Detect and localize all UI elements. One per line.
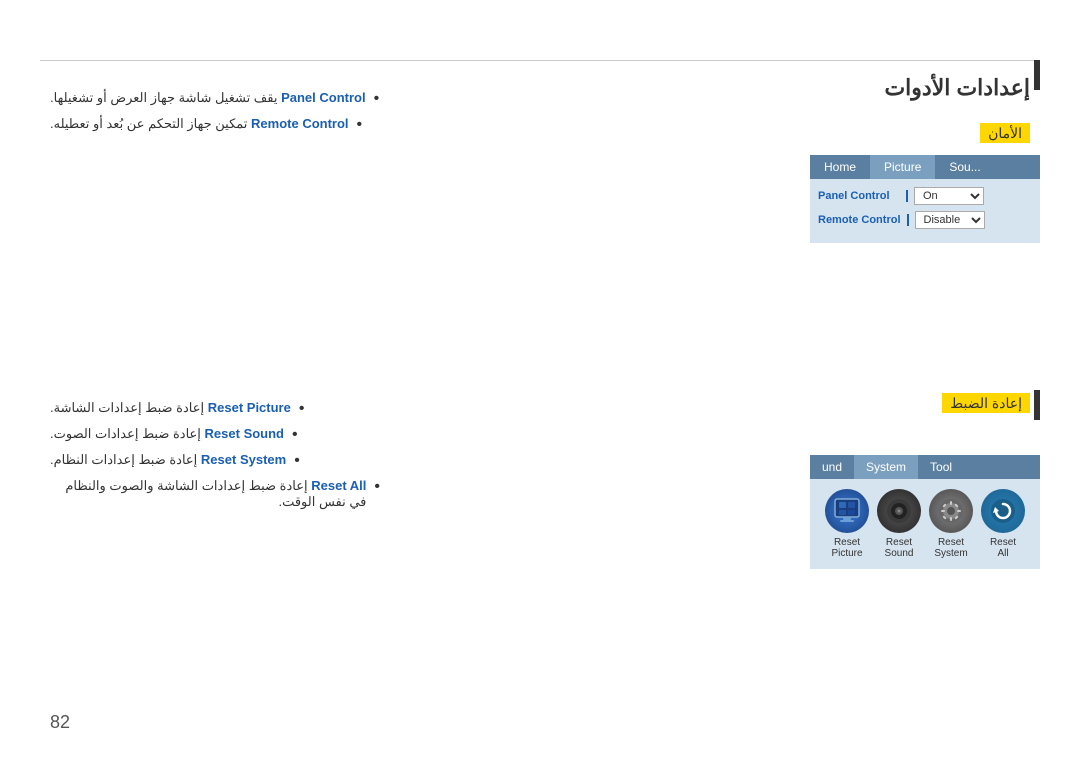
main-title-area: إعدادات الأدوات xyxy=(884,75,1030,101)
panel-control-link: Panel Control xyxy=(281,90,366,105)
reset-section-header: إعادة الضبط xyxy=(942,395,1030,413)
security-ui-panel: Panel Control On Off Remote Control Disa… xyxy=(810,179,1040,243)
reset-sound-label: ResetSound xyxy=(885,537,914,559)
security-ui-tabs: Home Picture Sou... xyxy=(810,155,1040,179)
bullet-reset-sound: • Reset Sound إعادة ضبط إعدادات الصوت. xyxy=(50,426,380,444)
bullet-dot-1: • xyxy=(374,90,380,108)
reset-sound-icon xyxy=(877,489,921,533)
bullet-text-panel: Panel Control يقف تشغيل شاشة جهاز العرض … xyxy=(50,90,366,106)
remote-control-row: Remote Control Disable Enable xyxy=(818,211,1032,229)
tab-und[interactable]: und xyxy=(810,455,854,479)
remote-control-label: Remote Control xyxy=(818,214,909,226)
panel-control-select[interactable]: On Off xyxy=(914,187,984,205)
reset-picture-link: Reset Picture xyxy=(208,400,291,415)
tab-tool[interactable]: Tool xyxy=(918,455,964,479)
reset-all-icon xyxy=(981,489,1025,533)
security-ui-mockup: Home Picture Sou... Panel Control On Off… xyxy=(810,155,1040,243)
reset-picture-label: ResetPicture xyxy=(831,537,862,559)
security-badge: الأمان xyxy=(980,123,1030,143)
reset-all-link: Reset All xyxy=(311,478,366,493)
bullet-reset-picture: • Reset Picture إعادة ضبط إعدادات الشاشة… xyxy=(50,400,380,418)
accent-bar-top xyxy=(1034,60,1040,90)
remote-control-link: Remote Control xyxy=(251,116,349,131)
reset-picture-item[interactable]: ResetPicture xyxy=(825,489,869,559)
bullet-text-remote: Remote Control تمكين جهاز التحكم عن بُعد… xyxy=(50,116,349,132)
reset-ui-mockup: und System Tool ResetPicture xyxy=(810,455,1040,569)
main-title: إعدادات الأدوات xyxy=(884,75,1030,101)
reset-sound-desc: إعادة ضبط إعدادات الصوت. xyxy=(50,426,201,441)
bullet-dot-rsys: • xyxy=(294,452,300,470)
panel-control-label: Panel Control xyxy=(818,190,908,202)
reset-system-label: ResetSystem xyxy=(934,537,967,559)
page-number: 82 xyxy=(50,712,70,733)
bullet-reset-all: • Reset All إعادة ضبط إعدادات الشاشة وال… xyxy=(50,478,380,510)
reset-ui-panel: ResetPicture ResetSound xyxy=(810,479,1040,569)
reset-badge: إعادة الضبط xyxy=(942,393,1030,413)
reset-bullets: • Reset Picture إعادة ضبط إعدادات الشاشة… xyxy=(50,400,380,518)
panel-control-desc: يقف تشغيل شاشة جهاز العرض أو تشغيلها. xyxy=(50,90,277,105)
bullet-dot-rp: • xyxy=(299,400,305,418)
reset-system-icon xyxy=(929,489,973,533)
remote-control-select[interactable]: Disable Enable xyxy=(915,211,985,229)
reset-picture-desc: إعادة ضبط إعدادات الشاشة. xyxy=(50,400,204,415)
reset-system-link: Reset System xyxy=(201,452,286,467)
bullet-reset-system: • Reset System إعادة ضبط إعدادات النظام. xyxy=(50,452,380,470)
reset-sound-link: Reset Sound xyxy=(205,426,284,441)
accent-bar-reset xyxy=(1034,390,1040,420)
bullet-text-rp: Reset Picture إعادة ضبط إعدادات الشاشة. xyxy=(50,400,291,416)
tab-home[interactable]: Home xyxy=(810,155,870,179)
tab-picture[interactable]: Picture xyxy=(870,155,935,179)
bullet-text-rs: Reset Sound إعادة ضبط إعدادات الصوت. xyxy=(50,426,284,442)
reset-picture-icon xyxy=(825,489,869,533)
bullet-panel-control: • Panel Control يقف تشغيل شاشة جهاز العر… xyxy=(50,90,380,108)
reset-ui-tabs: und System Tool xyxy=(810,455,1040,479)
bullet-text-rsys: Reset System إعادة ضبط إعدادات النظام. xyxy=(50,452,286,468)
reset-sound-item[interactable]: ResetSound xyxy=(877,489,921,559)
bullet-text-ra: Reset All إعادة ضبط إعدادات الشاشة والصو… xyxy=(50,478,366,510)
reset-all-label: ResetAll xyxy=(990,537,1016,559)
panel-control-row: Panel Control On Off xyxy=(818,187,1032,205)
bullet-dot-ra: • xyxy=(374,478,380,496)
top-divider xyxy=(40,60,1040,61)
security-bullets: • Panel Control يقف تشغيل شاشة جهاز العر… xyxy=(50,90,380,142)
remote-control-desc: تمكين جهاز التحكم عن بُعد أو تعطيله. xyxy=(50,116,247,131)
reset-system-item[interactable]: ResetSystem xyxy=(929,489,973,559)
security-section-header: الأمان xyxy=(980,125,1030,143)
reset-all-item[interactable]: ResetAll xyxy=(981,489,1025,559)
tab-sound-partial[interactable]: Sou... xyxy=(935,155,994,179)
bullet-remote-control: • Remote Control تمكين جهاز التحكم عن بُ… xyxy=(50,116,380,134)
bullet-dot-rs: • xyxy=(292,426,298,444)
bullet-dot-2: • xyxy=(357,116,363,134)
tab-system[interactable]: System xyxy=(854,455,918,479)
reset-system-desc: إعادة ضبط إعدادات النظام. xyxy=(50,452,197,467)
